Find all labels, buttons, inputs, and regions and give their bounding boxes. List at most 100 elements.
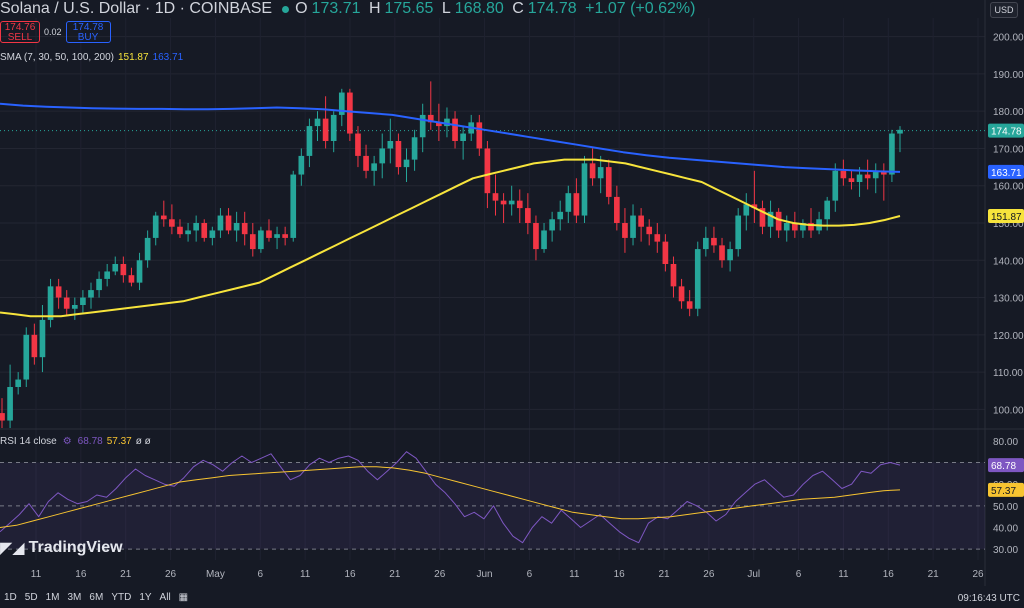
x-tick-label: May: [206, 569, 225, 580]
rsi-legend-label: RSI 14 close: [0, 436, 57, 447]
candle-body: [47, 286, 54, 320]
y-tick-label: 160.00: [993, 182, 1024, 193]
candle-body: [355, 133, 361, 156]
timeframe-1d[interactable]: 1D: [4, 592, 17, 603]
buy-button[interactable]: 174.78 BUY: [65, 21, 111, 43]
timeframe-5d[interactable]: 5D: [25, 592, 38, 603]
candle-body: [686, 301, 693, 309]
candlesticks: [0, 81, 903, 428]
rsi-y-tick-label: 30.00: [993, 545, 1018, 556]
y-tick-label: 120.00: [993, 331, 1024, 342]
tradingview-logo-icon: ◤◢: [0, 540, 25, 557]
candle-body: [225, 215, 232, 231]
candle-body: [120, 264, 127, 276]
sma-legend-label: SMA (7, 30, 50, 100, 200): [0, 52, 114, 63]
candle-body: [897, 129, 903, 134]
rsi-y-tick-label: 80.00: [993, 437, 1018, 448]
candle-body: [848, 178, 855, 182]
candle-body: [719, 245, 725, 261]
trade-buttons: 174.76 SELL 0.02 174.78 BUY: [0, 21, 111, 43]
y-tick-label: 180.00: [993, 107, 1024, 118]
candle-body: [152, 215, 159, 238]
sma200-value: 163.71: [152, 52, 184, 63]
rsi-y-tick-label: 50.00: [993, 502, 1018, 513]
candle-body: [0, 413, 5, 421]
currency-selector[interactable]: USD: [990, 2, 1018, 18]
rsi-value: 68.78: [77, 436, 103, 447]
x-tick-label: 26: [972, 569, 984, 580]
candle-body: [7, 387, 13, 421]
candle-body: [193, 223, 199, 231]
candle-body: [452, 118, 458, 141]
candle-body: [605, 167, 612, 197]
timeframe-ytd[interactable]: YTD: [111, 592, 131, 603]
sma-legend[interactable]: SMA (7, 30, 50, 100, 200) 151.87 163.71: [0, 52, 183, 63]
y-tick-label: 100.00: [993, 405, 1024, 416]
timeframe-1y[interactable]: 1Y: [139, 592, 151, 603]
candle-body: [597, 167, 604, 179]
price-chart[interactable]: 200.00190.00180.00170.00160.00150.00140.…: [0, 0, 1024, 608]
candle-body: [144, 237, 151, 261]
x-tick-label: 26: [703, 569, 715, 580]
brand-text: TradingView: [28, 539, 123, 556]
candle-body: [460, 133, 466, 141]
candle-body: [347, 92, 353, 134]
timeframe-3m[interactable]: 3M: [68, 592, 82, 603]
x-tick-label: 11: [31, 569, 42, 580]
candle-body: [573, 193, 580, 216]
candle-body: [330, 114, 337, 141]
x-tick-label: Jul: [747, 569, 760, 580]
candle-body: [541, 230, 547, 250]
candle-body: [55, 286, 62, 298]
high-value: 175.65: [384, 0, 434, 17]
sell-button[interactable]: 174.76 SELL: [0, 21, 40, 43]
candle-body: [508, 200, 515, 205]
candle-body: [492, 193, 499, 201]
candle-body: [735, 215, 742, 250]
symbol-title[interactable]: Solana / U.S. Dollar · 1D · COINBASE: [0, 0, 272, 18]
candle-body: [88, 290, 94, 298]
candle-body: [306, 126, 313, 156]
x-tick-label: 21: [658, 569, 670, 580]
clock: 09:16:43 UTC: [957, 593, 1020, 604]
high-label: H: [368, 0, 381, 17]
timeframe-all[interactable]: All: [160, 592, 171, 603]
candle-body: [565, 193, 572, 212]
candle-body: [694, 249, 701, 309]
candle-body: [80, 297, 86, 305]
x-tick-label: 11: [838, 569, 849, 580]
candle-body: [169, 219, 175, 227]
candle-body: [557, 211, 564, 220]
candle-body: [136, 260, 143, 283]
candle-body: [864, 174, 871, 179]
candle-body: [743, 204, 750, 216]
spread-value: 0.02: [44, 27, 62, 37]
candle-body: [96, 278, 102, 291]
candle-body: [39, 319, 46, 358]
candle-body: [727, 249, 733, 261]
symbol-header: Solana / U.S. Dollar · 1D · COINBASE O 17…: [0, 0, 699, 18]
y-tick-label: 170.00: [993, 144, 1024, 155]
candle-body: [832, 170, 839, 201]
open-value: 173.71: [311, 0, 361, 17]
date-range-icon[interactable]: ▦: [179, 592, 188, 603]
timeframe-1m[interactable]: 1M: [46, 592, 60, 603]
ohlc-values: O 173.71 H 175.65 L 168.80 C 174.78 +1.07 (+…: [295, 0, 699, 18]
x-tick-label: 11: [569, 569, 580, 580]
rsi-legend[interactable]: RSI 14 close ⚙ 68.78 57.37 ø ø: [0, 436, 151, 447]
y-tick-label: 190.00: [993, 70, 1024, 81]
candle-body: [112, 264, 119, 272]
candle-body: [217, 215, 224, 231]
candle-body: [249, 234, 256, 250]
candle-body: [71, 305, 78, 309]
close-label: C: [512, 0, 524, 17]
sma50-value: 151.87: [117, 52, 149, 63]
timeframe-6m[interactable]: 6M: [89, 592, 103, 603]
sma50-price-label: 151.87: [991, 212, 1022, 223]
candle-body: [363, 155, 369, 171]
x-tick-label: Jun: [477, 569, 493, 580]
low-label: L: [441, 0, 451, 17]
rsi-settings-icon[interactable]: ⚙: [63, 436, 72, 447]
x-tick-label: 21: [389, 569, 401, 580]
tradingview-logo[interactable]: ◤◢ TradingView: [0, 538, 123, 558]
